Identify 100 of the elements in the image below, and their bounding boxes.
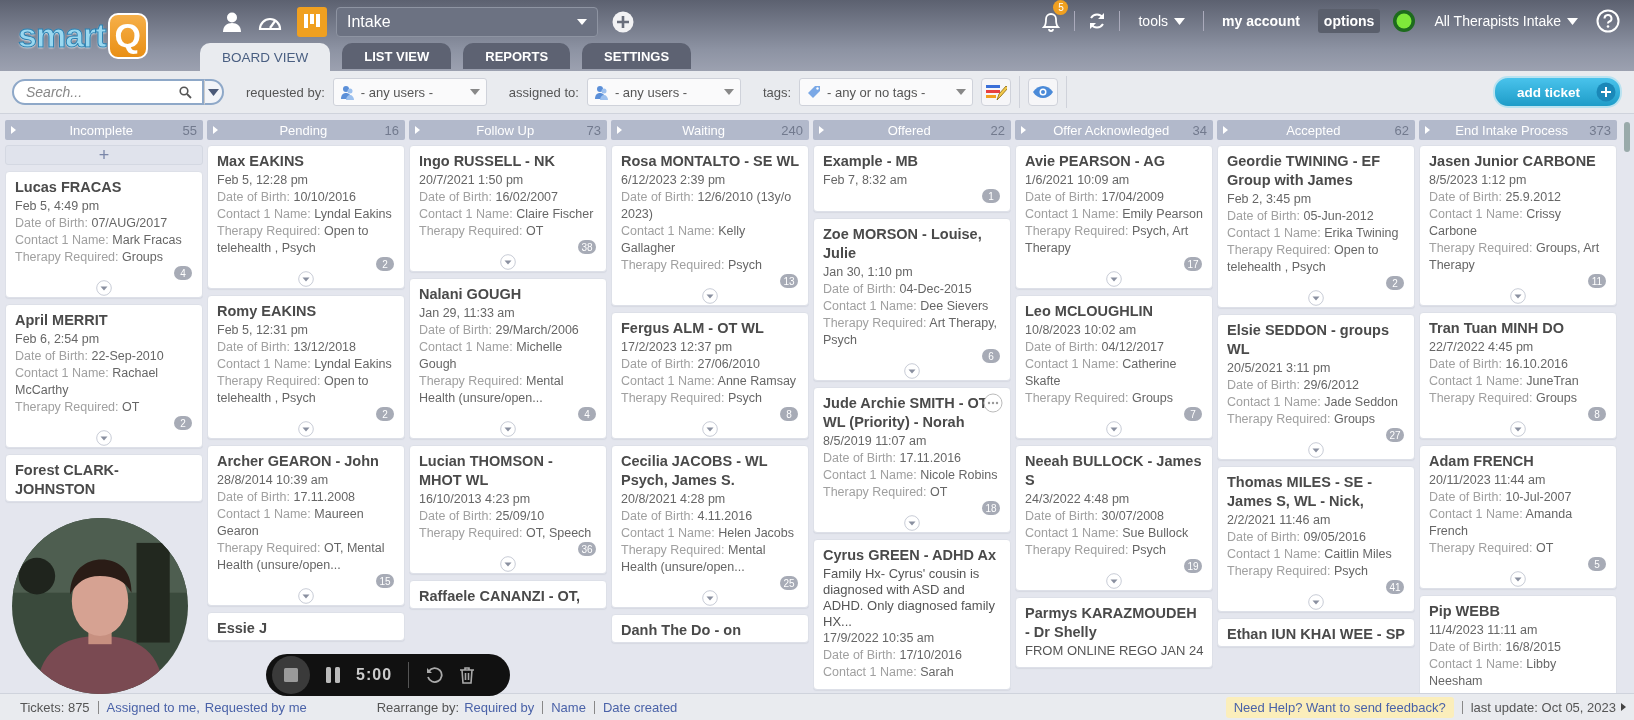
expand-card-icon[interactable] [1106, 271, 1122, 287]
ticket-field: Therapy Required: Open to telehealth , Psych [1227, 242, 1406, 276]
expand-card-icon[interactable] [500, 421, 516, 437]
ticket-card[interactable]: Jasen Junior CARBONE 8/5/2023 1:12 pm Date of Birth: 25.9.2012 Contact 1 Name: Crissy Carbone Therapy Required: Groups, Art Therapy 11 [1419, 145, 1617, 306]
ticket-card[interactable]: Avie PEARSON - AG 1/6/2021 10:09 am Date of Birth: 17/04/2009 Contact 1 Name: Emily Pearson Therapy Required: Psych, Art Therapy 17 [1015, 145, 1213, 289]
ticket-card[interactable]: Ethan IUN KHAI WEE - SP [1217, 618, 1415, 647]
view-link[interactable]: Requested by me [204, 699, 307, 715]
board-icon[interactable] [297, 7, 327, 37]
ticket-time: 20/7/2021 1:50 pm [419, 172, 525, 189]
expand-card-icon[interactable] [500, 556, 516, 572]
restart-icon[interactable] [425, 666, 444, 684]
ticket-card[interactable]: Elsie SEDDON - groups WL 20/5/2021 3:11 pm Date of Birth: 29/6/2012 Contact 1 Name: Jade Seddon Therapy Required: Groups 27 [1217, 314, 1415, 460]
ticket-card[interactable]: Cecilia JACOBS - WL Psych, James S. 20/8/2021 4:28 pm Date of Birth: 4.11.2016 Contact 1 Name: Helen Jacobs Therapy Required: Mental Health (unsure/open... 25 [611, 445, 809, 608]
ticket-title: Archer GEARON - John [217, 452, 380, 471]
ticket-card[interactable]: Rosa MONTALTO - SE WL 6/12/2023 2:39 pm Date of Birth: 12/6/2010 (13y/o 2023) Contact 1 Name: Kelly Gallagher Therapy Required: Psych 13 [611, 145, 809, 306]
person-icon[interactable] [221, 11, 243, 33]
edit-tags-button[interactable] [981, 78, 1012, 106]
expand-card-icon[interactable] [904, 515, 920, 531]
tools-menu[interactable]: tools [1132, 9, 1192, 33]
expand-card-icon[interactable] [1106, 421, 1122, 437]
board-select[interactable]: Intake [336, 7, 598, 37]
user-menu[interactable]: All Therapists Intake [1428, 9, 1584, 33]
ticket-card[interactable]: Raffaele CANANZI - OT, [409, 580, 607, 609]
tab[interactable]: LIST VIEW [342, 43, 452, 69]
expand-icon[interactable] [1621, 703, 1626, 711]
ticket-card[interactable]: Lucian THOMSON - MHOT WL 16/10/2013 4:23 pm Date of Birth: 25/09/10 Therapy Required: OT, Speech 36 [409, 445, 607, 574]
ticket-card[interactable]: Danh The Do - on [611, 614, 809, 643]
ticket-card[interactable]: Example - MB Feb 7, 8:32 am 1 [813, 145, 1011, 212]
ticket-title: Lucian THOMSON - MHOT WL [419, 452, 554, 490]
expand-card-icon[interactable] [96, 430, 112, 446]
expand-icon [1425, 126, 1430, 134]
menu-link[interactable]: options [1317, 9, 1381, 33]
ticket-card[interactable]: Cyrus GREEN - ADHD Ax Family Hx- Cyrus' cousin is diagnosed with ASD and ADHD. Only diagnosed family HX... 17/9/2022 10:35 am Date of Birth: 17/10/2016 Contact 1 Name: Sarah [813, 539, 1011, 690]
expand-card-icon[interactable] [1510, 288, 1526, 304]
tab[interactable]: BOARD VIEW [200, 43, 331, 71]
filter-select[interactable]: - any users - [332, 78, 487, 106]
menu-link[interactable]: my account [1216, 9, 1306, 33]
ticket-field: Date of Birth: 05-Jun-2012 [1227, 208, 1406, 225]
ticket-title: Thomas MILES - SE - James S, WL - Nick, [1227, 473, 1373, 511]
ticket-field: Therapy Required: Open to telehealth , Psych [217, 223, 396, 257]
stop-button[interactable] [272, 656, 310, 694]
ticket-card[interactable]: Forest CLARK-JOHNSTON [5, 454, 203, 502]
trash-icon[interactable] [459, 666, 476, 684]
scrollbar[interactable] [1624, 122, 1630, 152]
ticket-card[interactable]: Adam FRENCH 20/11/2023 11:44 am Date of Birth: 10-Jul-2007 Contact 1 Name: Amanda French Therapy Required: OT 5 [1419, 445, 1617, 589]
view-link[interactable]: Assigned to me, [106, 699, 200, 715]
ticket-card[interactable]: Thomas MILES - SE - James S, WL - Nick, 2/2/2021 11:46 am Date of Birth: 09/05/2016 Contact 1 Name: Caitlin Miles Therapy Required: Psych 41 [1217, 466, 1415, 612]
expand-card-icon[interactable] [702, 590, 718, 606]
ticket-card[interactable]: Tran Tuan MINH DO 22/7/2022 4:45 pm Date of Birth: 16.10.2016 Contact 1 Name: JuneTran Therapy Required: Groups 8 [1419, 312, 1617, 439]
expand-card-icon[interactable] [702, 421, 718, 437]
pause-icon[interactable] [326, 667, 340, 683]
ticket-card[interactable]: Nalani GOUGH Jan 29, 11:33 am Date of Birth: 29/March/2006 Contact 1 Name: Michelle Gough Therapy Required: Mental Health (unsure/open... 4 [409, 278, 607, 439]
ticket-field: Contact 1 Name: Jade Seddon [1227, 394, 1406, 411]
add-icon[interactable] [612, 11, 634, 33]
ticket-card[interactable]: April MERRIT Feb 6, 2:54 pm Date of Birth: 22-Sep-2010 Contact 1 Name: Rachael McCarthy Therapy Required: OT 2 [5, 304, 203, 448]
filter-select[interactable]: - any users - [586, 78, 741, 106]
ticket-card[interactable]: Fergus ALM - OT WL 17/2/2023 12:37 pm Date of Birth: 27/06/2010 Contact 1 Name: Anne Ramsay Therapy Required: Psych 8 [611, 312, 809, 439]
rearrange-link[interactable]: Required by [464, 699, 535, 715]
help-icon[interactable] [1596, 9, 1620, 33]
expand-card-icon[interactable] [500, 254, 516, 270]
expand-card-icon[interactable] [1308, 442, 1324, 458]
rearrange-link[interactable]: Name [551, 699, 586, 715]
ticket-card[interactable]: Geordie TWINING - EF Group with James Feb 2, 3:45 pm Date of Birth: 05-Jun-2012 Contact 1 Name: Erika Twining Therapy Required: Open to telehealth , Psych 2 [1217, 145, 1415, 308]
users-icon [339, 84, 356, 100]
ticket-card[interactable]: Romy EAKINS Feb 5, 12:31 pm Date of Birth: 13/12/2018 Contact 1 Name: Lyndal Eakins Therapy Required: Open to telehealth , Psych 2 [207, 295, 405, 439]
view-button[interactable] [1028, 78, 1059, 106]
ticket-card[interactable]: Parmys KARAZMOUDEH - Dr Shelly FROM ONLINE REGO JAN 24 [1015, 597, 1213, 668]
expand-card-icon[interactable] [1106, 573, 1122, 589]
tab[interactable]: REPORTS [463, 43, 571, 69]
expand-card-icon[interactable] [1308, 290, 1324, 306]
expand-card-icon[interactable] [1510, 421, 1526, 437]
ticket-card[interactable]: Ingo RUSSELL - NK 20/7/2021 1:50 pm Date of Birth: 16/02/2007 Contact 1 Name: Claire Fischer Therapy Required: OT 38 [409, 145, 607, 272]
add-card-button[interactable]: + [5, 145, 203, 165]
search-field[interactable]: Search... [12, 79, 204, 105]
ticket-field: Date of Birth: 04/12/2017 [1025, 339, 1204, 356]
ticket-card[interactable]: Leo MCLOUGHLIN 10/8/2023 10:02 am Date of Birth: 04/12/2017 Contact 1 Name: Catherine Skafte Therapy Required: Groups 7 [1015, 295, 1213, 439]
add-ticket-button[interactable]: add ticket [1492, 76, 1622, 108]
ticket-card[interactable]: Essie J [207, 612, 405, 641]
expand-card-icon[interactable] [298, 271, 314, 287]
ticket-card[interactable]: Zoe MORSON - Louise, Julie Jan 30, 1:10 pm Date of Birth: 04-Dec-2015 Contact 1 Name: Dee Sievers Therapy Required: Art Therapy, Psych 6 [813, 218, 1011, 381]
ticket-card[interactable]: Neeah BULLOCK - James S 24/3/2022 4:48 pm Date of Birth: 30/07/2008 Contact 1 Name: Sue Bullock Therapy Required: Psych 19 [1015, 445, 1213, 591]
filter-select[interactable]: - any or no tags - [799, 78, 974, 106]
expand-card-icon[interactable] [298, 588, 314, 604]
expand-card-icon[interactable] [1510, 571, 1526, 587]
ticket-card[interactable]: Pip WEBB 11/4/2023 11:11 am Date of Birth: 16/8/2015 Contact 1 Name: Libby Neesham [1419, 595, 1617, 693]
tab[interactable]: SETTINGS [582, 43, 692, 69]
ticket-card[interactable]: Jude Archie SMITH - OT WL (Priority) - Norah 8/5/2019 11:07 am Date of Birth: 17.11.2016 Contact 1 Name: Nicole Robins Therapy Required: OT 18 [813, 387, 1011, 533]
rearrange-link[interactable]: Date created [602, 699, 678, 715]
expand-card-icon[interactable] [904, 363, 920, 379]
ticket-field: Contact 1 Name: Mark Fracas [15, 232, 194, 249]
expand-card-icon[interactable] [96, 280, 112, 296]
search-options-button[interactable] [204, 79, 224, 105]
ticket-card[interactable]: Max EAKINS Feb 5, 12:28 pm Date of Birth: 10/10/2016 Contact 1 Name: Lyndal Eakins Therapy Required: Open to telehealth , Psych 2 [207, 145, 405, 289]
ticket-card[interactable]: Lucas FRACAS Feb 5, 4:49 pm Date of Birth: 07/AUG/2017 Contact 1 Name: Mark Fracas Therapy Required: Groups 4 [5, 171, 203, 298]
expand-card-icon[interactable] [1308, 594, 1324, 610]
feedback-link[interactable]: Need Help? Want to send feedback? [1225, 696, 1454, 718]
expand-card-icon[interactable] [702, 288, 718, 304]
ticket-field: Date of Birth: 13/12/2018 [217, 339, 396, 356]
ticket-card[interactable]: Archer GEARON - John 28/8/2014 10:39 am Date of Birth: 17.11.2008 Contact 1 Name: Maureen Gearon Therapy Required: OT, Mental Health (unsure/open... 15 [207, 445, 405, 606]
expand-card-icon[interactable] [298, 421, 314, 437]
